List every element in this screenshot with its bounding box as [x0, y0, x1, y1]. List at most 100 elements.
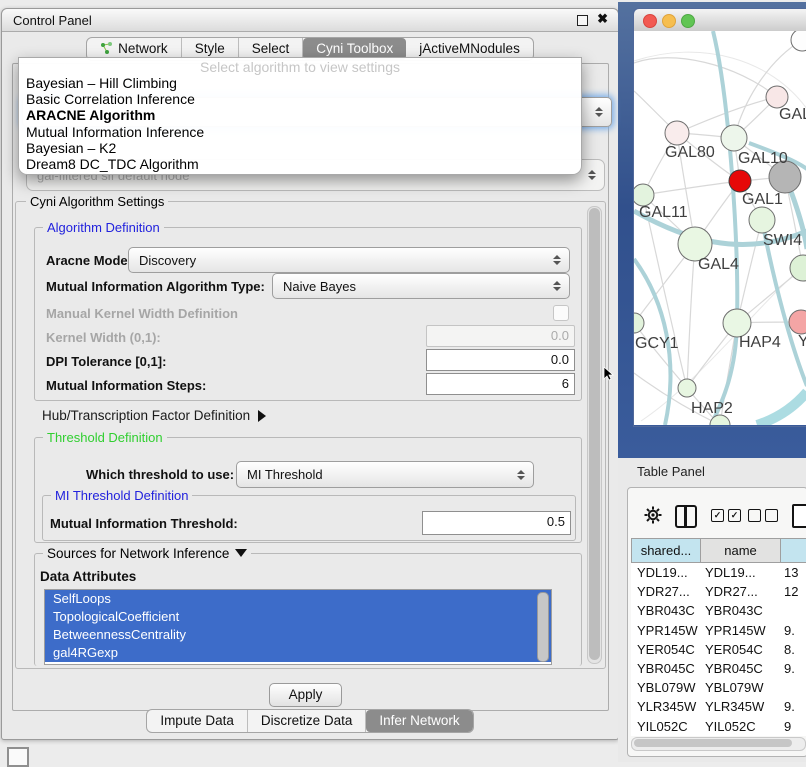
algorithm-option[interactable]: ARACNE Algorithm [19, 107, 581, 123]
network-node[interactable] [665, 121, 689, 145]
kernel-width-field[interactable]: 0.0 [426, 325, 575, 347]
settings-scrollbar[interactable] [587, 206, 602, 664]
table-row[interactable]: YBR045CYBR045C9. [631, 659, 806, 678]
table-row[interactable]: YDR27...YDR27...12 [631, 582, 806, 601]
dpi-tolerance-field[interactable]: 0.0 [426, 349, 575, 371]
table-cell: 9 [778, 717, 806, 736]
network-node[interactable] [789, 310, 806, 334]
network-edge [687, 244, 695, 388]
table-row[interactable]: YBL079WYBL079W [631, 678, 806, 697]
network-node[interactable] [729, 170, 751, 192]
settings-scrollbar-thumb[interactable] [589, 208, 600, 660]
close-icon[interactable]: ✖ [597, 11, 608, 27]
network-view-window[interactable]: GALGAL80GAL10GAL1GAL11SWI4GAL4GCY1HAP4YH… [633, 8, 806, 427]
data-attribute-item[interactable]: TopologicalCoefficient [45, 608, 551, 626]
zoom-traffic-light[interactable] [681, 14, 695, 28]
algorithm-option[interactable]: Bayesian – K2 [19, 140, 581, 156]
apply-button[interactable]: Apply [269, 683, 342, 707]
split-columns-icon[interactable] [675, 505, 697, 528]
chevron-down-icon [235, 549, 247, 557]
data-attribute-item[interactable]: gal4RGexp [45, 644, 551, 662]
table-row[interactable]: YLR345WYLR345W9. [631, 697, 806, 716]
mi-threshold-field[interactable]: 0.5 [422, 511, 571, 535]
control-panel-titlebar[interactable]: Control Panel ✖ [2, 9, 618, 32]
node-label: HAP2 [691, 400, 733, 417]
column-header[interactable]: shared... [631, 538, 701, 563]
tab-infer-network[interactable]: Infer Network [366, 710, 472, 732]
network-edge [737, 220, 762, 323]
node-label: GAL1 [742, 191, 783, 208]
mouse-cursor [603, 367, 615, 381]
manual-kernel-checkbox[interactable] [553, 305, 569, 321]
algorithm-option[interactable]: Mutual Information Inference [19, 124, 581, 140]
mi-type-combo[interactable]: Naive Bayes [272, 273, 570, 299]
network-node[interactable] [749, 207, 775, 233]
table-cell: YPR145W [631, 621, 699, 640]
node-label: Y [798, 333, 806, 350]
table-cell: YBL079W [631, 678, 699, 697]
data-attribute-item[interactable]: SelfLoops [45, 590, 551, 608]
table-cell: 9. [778, 697, 806, 716]
network-node[interactable] [723, 309, 751, 337]
network-node[interactable] [721, 125, 747, 151]
tab-discretize-data[interactable]: Discretize Data [248, 710, 367, 732]
network-canvas[interactable]: GALGAL80GAL10GAL1GAL11SWI4GAL4GCY1HAP4YH… [634, 31, 806, 425]
threshold-definition-title: Threshold Definition [43, 430, 167, 445]
network-edge [757, 392, 806, 425]
manual-kernel-label: Manual Kernel Width Definition [46, 306, 238, 321]
algorithm-option[interactable]: Dream8 DC_TDC Algorithm [19, 156, 581, 172]
table-cell: YIL052C [631, 717, 699, 736]
table-row[interactable]: YBR043CYBR043C [631, 601, 806, 620]
which-threshold-combo[interactable]: MI Threshold [236, 461, 534, 488]
table-panel: ✓✓ shared...name YDL19...YDL19...13YDR27… [627, 487, 806, 757]
chevron-right-icon [258, 410, 266, 422]
table-row[interactable]: YIL052CYIL052C9 [631, 717, 806, 736]
data-attribute-item[interactable]: BetweennessCentrality [45, 626, 551, 644]
table-row[interactable]: YER054CYER054C8. [631, 640, 806, 659]
sources-group-title[interactable]: Sources for Network Inference [43, 546, 251, 561]
table-cell: YPR145W [699, 621, 778, 640]
tab-impute-data[interactable]: Impute Data [147, 710, 248, 732]
table-cell: YBR043C [699, 601, 778, 620]
attributes-scrollbar[interactable] [537, 592, 549, 662]
column-header[interactable] [781, 538, 806, 563]
table-cell [778, 678, 806, 697]
dpi-tolerance-label: DPI Tolerance [0,1]: [46, 354, 166, 369]
float-window-icon[interactable] [577, 15, 588, 26]
network-node[interactable] [791, 31, 806, 51]
algorithm-dropdown-popup: Select algorithm to view settings Bayesi… [18, 57, 582, 175]
table-row[interactable]: YDL19...YDL19...13 [631, 563, 806, 582]
select-all-icon[interactable]: ✓✓ [711, 509, 741, 522]
network-window-titlebar[interactable] [634, 9, 806, 32]
column-header[interactable]: name [701, 538, 781, 563]
document-icon[interactable] [792, 504, 806, 528]
table-hscrollbar[interactable] [631, 737, 806, 751]
spinner-icon [594, 107, 603, 117]
data-attributes-list[interactable]: SelfLoopsTopologicalCoefficientBetweenne… [44, 589, 552, 665]
node-label: GCY1 [635, 335, 679, 352]
close-traffic-light[interactable] [643, 14, 657, 28]
floating-toolbar-chip[interactable] [7, 747, 29, 767]
aracne-mode-combo[interactable]: Discovery [128, 247, 570, 273]
clear-selection-icon[interactable] [748, 509, 778, 522]
table-cell: YDR27... [699, 582, 778, 601]
node-label: HAP4 [739, 334, 781, 351]
algorithm-option[interactable]: Bayesian – Hill Climbing [19, 75, 581, 91]
hub-definition-expander[interactable]: Hub/Transcription Factor Definition [42, 408, 266, 423]
dropdown-placeholder: Select algorithm to view settings [19, 59, 581, 75]
table-cell: YBL079W [699, 678, 778, 697]
table-cell: YBR045C [631, 659, 699, 678]
network-node[interactable] [766, 86, 788, 108]
gear-icon[interactable] [644, 506, 662, 529]
table-hscrollbar-thumb[interactable] [634, 739, 792, 747]
table-row[interactable]: YPR145WYPR145W9. [631, 621, 806, 640]
algorithm-option[interactable]: Basic Correlation Inference [19, 91, 581, 107]
network-node[interactable] [678, 379, 696, 397]
mi-steps-field[interactable]: 6 [426, 373, 575, 395]
network-node[interactable] [634, 313, 644, 333]
network-node[interactable] [634, 184, 654, 206]
table-cell: YDL19... [699, 563, 778, 582]
table-cell: YLR345W [699, 697, 778, 716]
network-edge [643, 181, 740, 195]
minimize-traffic-light[interactable] [662, 14, 676, 28]
